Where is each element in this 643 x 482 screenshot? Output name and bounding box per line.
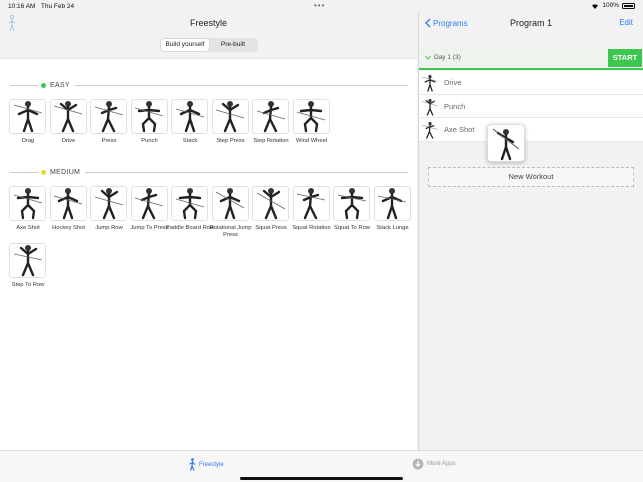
exercise-tile[interactable]: Wind Wheel [292, 99, 330, 145]
exercise-name: Stack Lunge [376, 225, 409, 231]
exercise-tile[interactable]: Stack Lunge [373, 186, 411, 232]
exercise-mini-icon [422, 119, 438, 146]
exercise-tile[interactable]: Axe Shot [9, 186, 46, 232]
exercise-thumbnail [292, 99, 330, 134]
program-exercise-row[interactable]: Axe Shot [419, 118, 643, 142]
tab-bar: Freestyle More Apps [0, 450, 643, 482]
start-button[interactable]: START [608, 49, 642, 67]
program-header: Programs Program 1 Edit [419, 12, 643, 36]
exercise-tile[interactable]: Rotational Jump Press [210, 186, 251, 238]
day-row[interactable]: Day 1 (3) START [419, 48, 643, 70]
segment-build-yourself[interactable]: Build yourself [161, 39, 209, 51]
exercise-tile[interactable]: Squat Press [252, 186, 289, 232]
exercise-thumbnail [9, 99, 46, 134]
difficulty-dot-medium [41, 169, 46, 175]
exercise-thumbnail [171, 99, 208, 134]
exercise-name: Step To Row [11, 282, 45, 288]
exercise-tile[interactable]: Hockey Shot [49, 186, 87, 232]
exercise-name: Punch [444, 101, 466, 111]
exercise-tile[interactable]: Squat To Row [333, 186, 370, 232]
exercise-thumbnail [90, 99, 127, 134]
exercise-tile[interactable]: Jump To Press [130, 186, 169, 232]
exercise-thumbnail [252, 99, 289, 134]
program-title: Program 1 [509, 18, 553, 28]
figure-icon [189, 458, 196, 471]
status-bar: 10:16 AM Thu Feb 24 ••• 100% [0, 0, 643, 12]
difficulty-dot-easy [41, 82, 46, 88]
program-pane: Programs Program 1 Edit Day 1 (3) START … [418, 12, 643, 450]
tab-label: More Apps [427, 461, 456, 467]
status-time: 10:16 AM Thu Feb 24 [8, 3, 75, 10]
exercise-thumbnail [130, 99, 168, 134]
exercise-thumbnail [171, 186, 208, 221]
wifi-icon [592, 3, 599, 9]
exercise-tile[interactable]: Jump Row [90, 186, 127, 232]
exercise-thumbnail [373, 186, 411, 221]
day-label: Day 1 (3) [434, 54, 461, 61]
section-label: MEDIUM [50, 168, 81, 176]
exercise-thumbnail [90, 186, 127, 221]
section-header-easy: EASY [10, 80, 408, 90]
segment-pre-built[interactable]: Pre-built [209, 39, 257, 51]
exercise-thumbnail [49, 99, 87, 134]
dragged-exercise-thumbnail[interactable] [487, 124, 525, 162]
exercise-thumbnail [252, 186, 289, 221]
exercise-tile[interactable]: Step Rotation [252, 99, 289, 145]
exercise-thumbnail [9, 186, 46, 221]
exercise-thumbnail [211, 186, 249, 221]
exercise-tile[interactable]: Stack [171, 99, 208, 145]
exercise-tile[interactable]: Squat Rotation [292, 186, 331, 232]
exercise-name: Wind Wheel [295, 138, 328, 144]
freestyle-pane: Freestyle Build yourself Pre-built EASY … [0, 12, 417, 450]
exercise-thumbnail [130, 186, 168, 221]
tab-freestyle[interactable]: Freestyle [188, 458, 224, 471]
tab-label: Freestyle [199, 461, 224, 468]
home-indicator[interactable] [240, 477, 403, 480]
exercise-thumbnail [9, 243, 46, 278]
exercise-tile[interactable]: Press [90, 99, 127, 145]
battery-icon [622, 2, 635, 9]
edit-button[interactable]: Edit [619, 18, 633, 27]
program-exercise-row[interactable]: Punch [419, 95, 643, 118]
exercise-tile[interactable]: Drive [49, 99, 87, 145]
exercise-name: Drive [444, 78, 462, 87]
freestyle-header: Freestyle [0, 12, 417, 36]
exercise-thumbnail [211, 99, 249, 134]
download-circle-icon [412, 458, 424, 470]
exercise-tile[interactable]: Drag [9, 99, 46, 145]
multitasking-dots-icon[interactable]: ••• [314, 1, 325, 10]
new-workout-button[interactable]: New Workout [428, 167, 634, 187]
section-header-medium: MEDIUM [10, 167, 408, 177]
exercise-name: Axe Shot [444, 125, 475, 134]
exercise-tile[interactable]: Step Press [211, 99, 249, 145]
page-title: Freestyle [189, 18, 227, 28]
exercise-tile[interactable]: Punch [130, 99, 168, 145]
exercise-tile[interactable]: Step To Row [9, 243, 46, 289]
exercise-thumbnail [333, 186, 370, 221]
program-exercise-list: Drive Punch Axe Shot [419, 71, 643, 142]
battery-percent: 100% [602, 2, 619, 9]
mode-segmented-control: Build yourself Pre-built [160, 38, 258, 52]
program-exercise-row[interactable]: Drive [419, 71, 643, 95]
section-label: EASY [50, 81, 70, 89]
chevron-down-icon [425, 55, 431, 60]
tab-more-apps[interactable]: More Apps [412, 458, 456, 470]
exercise-thumbnail [49, 186, 87, 221]
status-right: 100% [591, 2, 635, 9]
exercise-thumbnail [292, 186, 330, 221]
exercise-tile[interactable]: Paddle Board Row [166, 186, 214, 232]
exercise-library: EASY Drag Drive Press Punch Stack Step Press S… [0, 58, 417, 450]
day-toggle[interactable]: Day 1 (3) [425, 54, 461, 61]
